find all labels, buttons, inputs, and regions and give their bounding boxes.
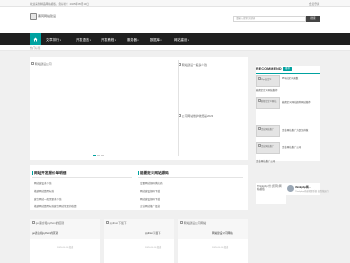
card-image-alt: python下载下 (106, 221, 127, 225)
recommend-item[interactable]: 能帮定定义网站推荐 (256, 89, 316, 92)
recommend-thumb[interactable]: 能帮定定义网站 (256, 97, 280, 109)
topic-title[interactable]: 能要定义网站源码 (140, 171, 169, 176)
article-card-meta: 2025-05-10 阅读 (212, 247, 229, 249)
nav-item-tutorials[interactable]: 开发教程▾ (101, 37, 116, 42)
breadcrumb-bar (0, 45, 350, 51)
thumb-alt: Php自定义 (261, 78, 272, 81)
user-description: Thinkphp内容管理系统 高性能运行 (295, 191, 329, 193)
breadcrumb[interactable]: 热门标签 (30, 46, 40, 50)
slider-dot[interactable] (97, 155, 100, 156)
article-card-title[interactable]: python下载下 (145, 231, 161, 235)
topic-divider (32, 176, 132, 177)
chevron-down-icon: ▾ (160, 38, 162, 42)
nav-item-label: 网站建设 (174, 37, 188, 42)
search-input[interactable]: 请输入搜索关键词 (233, 16, 306, 22)
topic-accent (138, 171, 139, 175)
nav-item-database[interactable]: 数据库▾ (150, 37, 162, 42)
nav-home-button[interactable] (30, 33, 41, 45)
topic-link[interactable]: 建立网站一般需要多少钱 (34, 197, 62, 201)
topic-link[interactable]: 搭建网站费用标准建立网站常见的收费 (34, 204, 77, 208)
nav-item-label: 开发语言 (76, 37, 90, 42)
slider-dot[interactable] (101, 155, 104, 156)
nav-item-label: 服务器 (127, 37, 137, 42)
nav-item-label: 数据库 (150, 37, 160, 42)
broken-image-icon (31, 62, 34, 66)
thumb-alt: 企业网站推广 (261, 128, 275, 131)
broken-image-icon (106, 221, 109, 225)
recommend-thumb[interactable]: 企业网站推广 (256, 142, 280, 154)
topic-link[interactable]: 网站建设源码下载 (140, 197, 160, 201)
chevron-down-icon: ▾ (114, 38, 116, 42)
card-image-alt: 网站建设公司网站 (180, 221, 206, 225)
recommend-item[interactable]: 企业网站推广方案怎样做 (282, 129, 319, 132)
recommend-badge: 推荐 (283, 66, 292, 71)
logo-alt-text: 黑冈网站建设 (38, 14, 57, 18)
slide-divider (178, 60, 179, 156)
nav-item-label: 文章排行 (46, 37, 60, 42)
topic-link[interactable]: 定量网站源码供应商 (140, 181, 163, 185)
topic-link[interactable]: 网站建设多少钱 (34, 181, 52, 185)
chevron-down-icon: ▾ (89, 38, 91, 42)
recommend-item[interactable]: 能帮定义网站推荐网站推荐 (282, 101, 319, 104)
broken-image-icon (32, 221, 35, 225)
topic-accent (32, 171, 33, 175)
article-card-title[interactable]: go语言和python的区别 (32, 231, 58, 235)
topic-link[interactable]: 企业网站推广渠道 (140, 204, 160, 208)
slider-dot[interactable] (93, 155, 96, 156)
broken-image-icon (180, 221, 183, 225)
card-alt-text: 网站建设公司网站 (183, 221, 207, 225)
site-logo[interactable]: 黑冈网站建设 (30, 12, 60, 22)
slider-pagination[interactable] (93, 153, 105, 157)
topic-link[interactable]: 网站建设源码下载 (140, 189, 160, 193)
nav-item-article-rank[interactable]: 文章排行▾ (46, 37, 61, 42)
topic-link[interactable]: 搭建网站费用标准 (34, 189, 54, 193)
slide-image[interactable]: 网站建设公司 (31, 62, 52, 66)
home-icon (33, 37, 38, 41)
article-card-meta: 2025-05-10 阅读 (57, 247, 74, 249)
topic-divider (138, 176, 243, 177)
recommend-item[interactable]: Php自定义函数 (282, 77, 319, 80)
card-alt-text: go语言和python的区别 (35, 221, 65, 225)
card-alt-text: python下载下 (109, 221, 127, 225)
slide-image[interactable]: 网站建设一般多少钱 (178, 63, 207, 67)
slide-image-alt: 网站建设一般多少钱 (181, 63, 207, 67)
nav-item-site-building[interactable]: 网站建设▾ (174, 37, 189, 42)
member-login-link[interactable]: 会员登录 (309, 2, 319, 6)
slide-image-alt: 公司网站维护收费是2023 (181, 114, 214, 118)
recommend-item[interactable]: 企业网站推广公司 (282, 146, 319, 149)
card-image-alt: go语言和python的区别 (32, 221, 64, 225)
nav-item-label: 开发教程 (101, 37, 115, 42)
welcome-text: 欢迎来到精品网站模板，您好的！ 2025年05月10日 (30, 2, 89, 6)
recommend-title: RECOMMEND (256, 67, 282, 71)
thumb-alt: 企业网站推广 (261, 145, 275, 148)
recommend-thumb[interactable]: Php自定义 (256, 75, 280, 87)
recommend-thumb[interactable]: 企业网站推广 (256, 125, 280, 137)
recommend-underline (256, 72, 320, 74)
chevron-down-icon: ▾ (137, 38, 139, 42)
chevron-down-icon: ▾ (59, 38, 61, 42)
nav-item-languages[interactable]: 开发语言▾ (76, 37, 91, 42)
search-button[interactable]: 搜索 (306, 16, 320, 22)
nav-item-server[interactable]: 服务器▾ (127, 37, 139, 42)
avatar[interactable] (287, 185, 294, 192)
recommend-item[interactable]: 企业网站推广公司 (256, 160, 316, 163)
chevron-down-icon: ▾ (187, 38, 189, 42)
qr-code-alt: Thinkphp 仿 [黑冈] 网站模板 (257, 184, 282, 191)
article-card-meta: 2025-05-10 阅读 (145, 247, 162, 249)
article-card-title[interactable]: 网站建设公司网站 (212, 231, 233, 235)
slide-image-alt: 网站建设公司 (34, 62, 52, 66)
slide-image[interactable]: 公司网站维护收费是2023 (178, 114, 213, 118)
broken-image-icon (30, 13, 37, 20)
thumb-alt: 能帮定定义网站 (261, 100, 277, 103)
topic-title[interactable]: 网站开发报价单明细 (34, 171, 66, 176)
slider-panel (30, 57, 248, 160)
